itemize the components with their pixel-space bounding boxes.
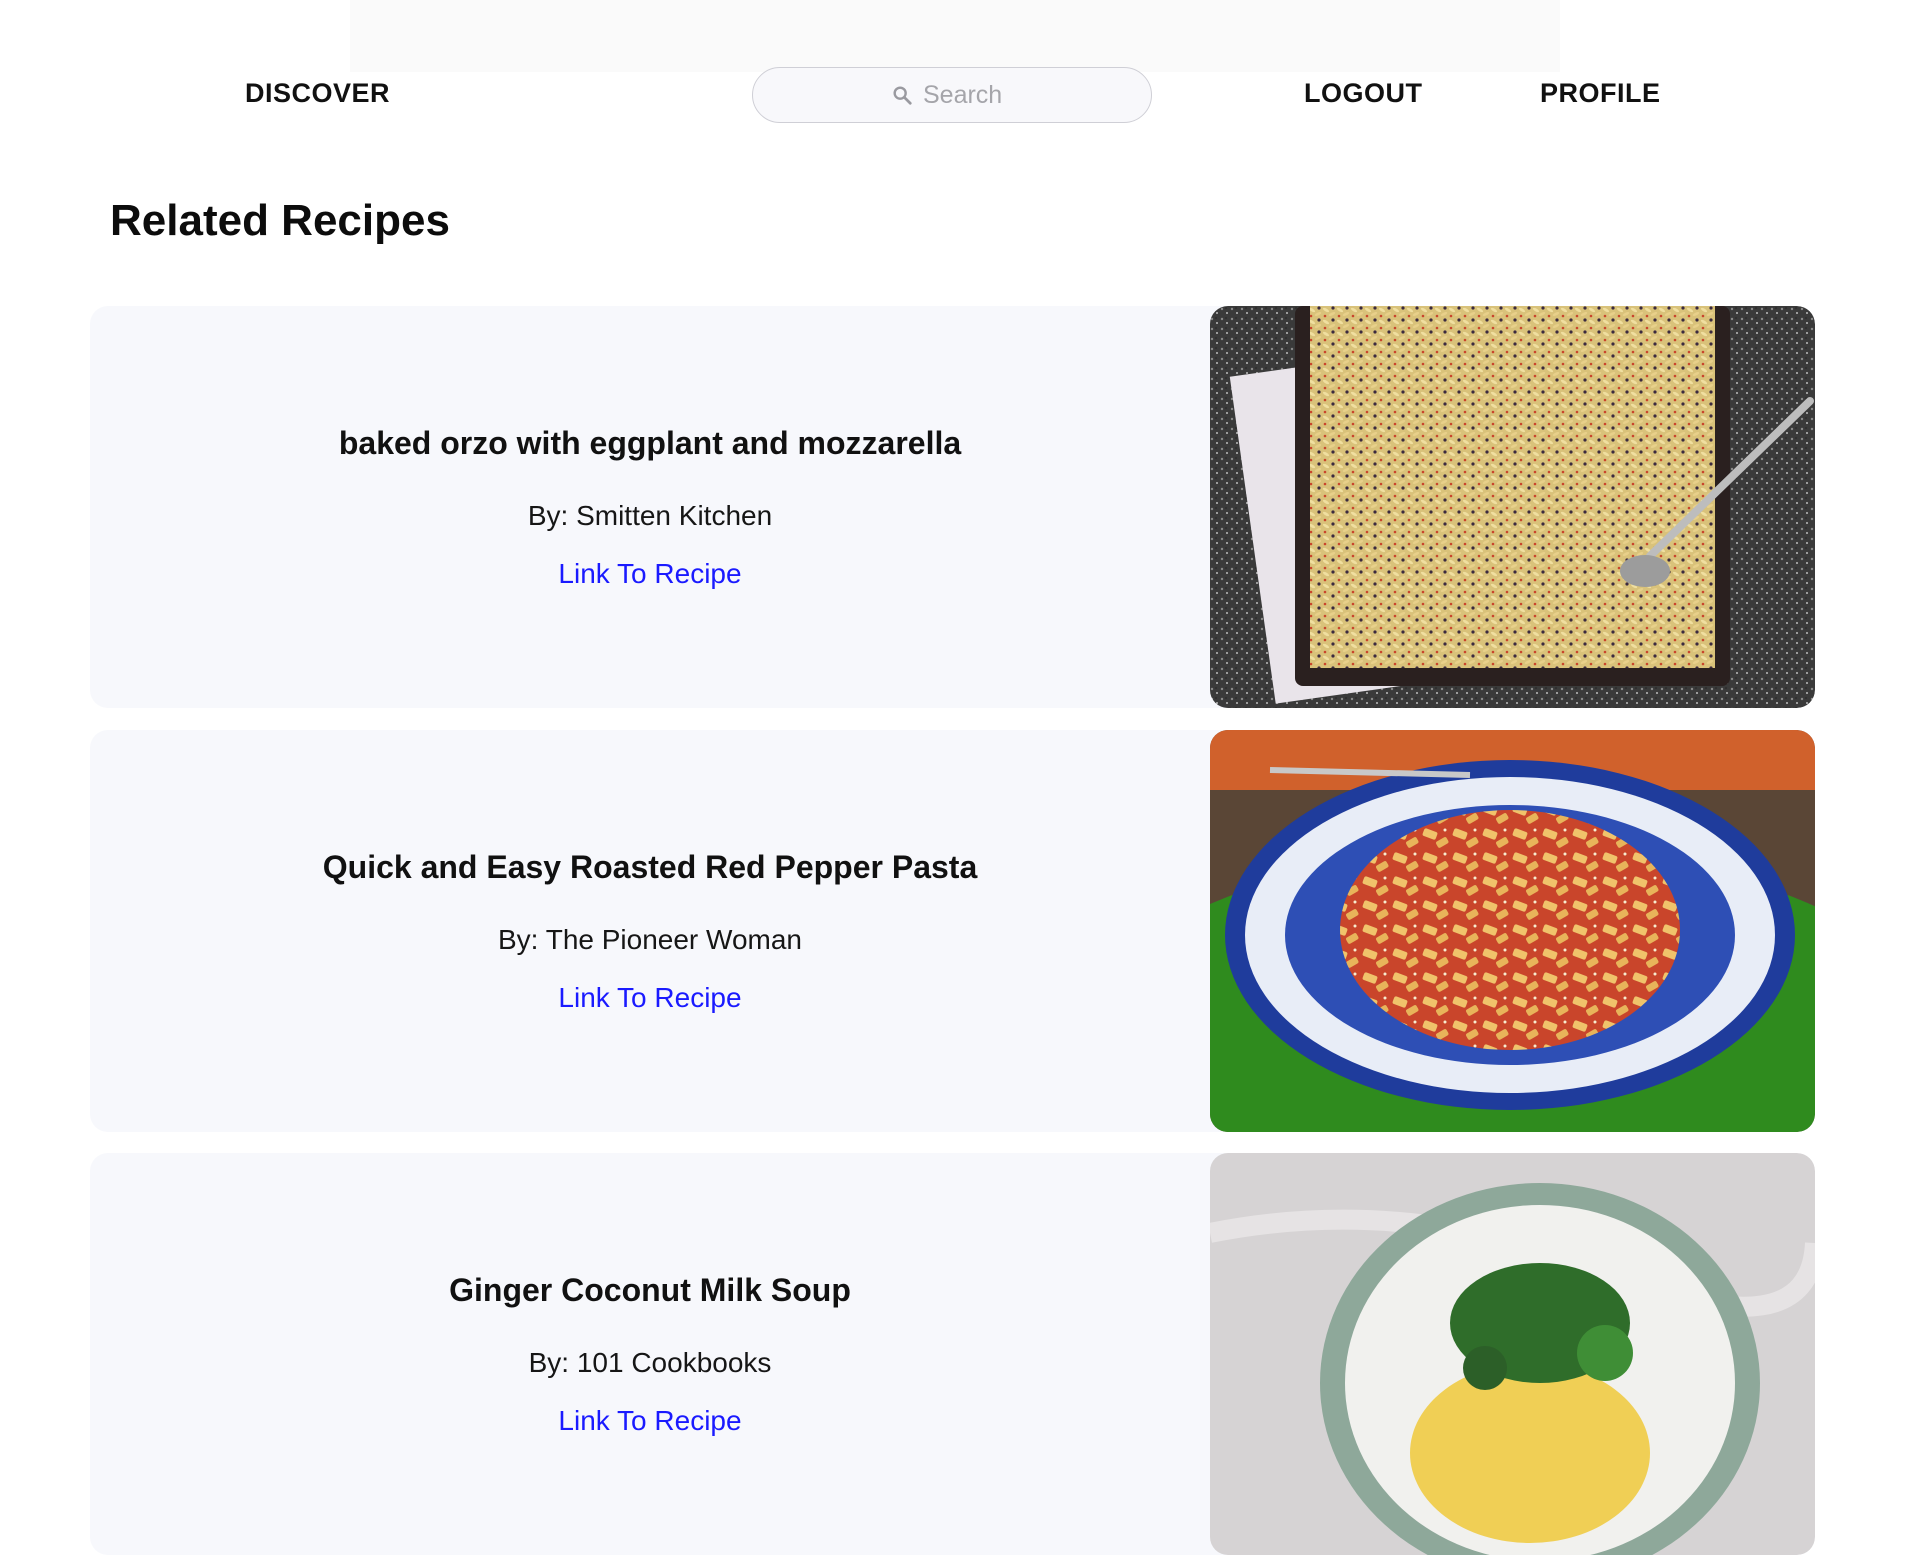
recipe-card-body: baked orzo with eggplant and mozzarella … — [90, 306, 1210, 708]
search-bar[interactable] — [752, 67, 1152, 123]
search-icon — [893, 86, 912, 105]
search-input[interactable] — [923, 80, 1013, 110]
recipe-card-body: Ginger Coconut Milk Soup By: 101 Cookboo… — [90, 1153, 1210, 1555]
recipe-image[interactable] — [1210, 1153, 1815, 1555]
recipe-author: By: 101 Cookbooks — [528, 1346, 772, 1378]
recipe-title: baked orzo with eggplant and mozzarella — [338, 424, 962, 461]
recipe-image[interactable] — [1210, 306, 1815, 708]
nav-discover-link[interactable]: DISCOVER — [245, 78, 390, 109]
nav-profile-link[interactable]: PROFILE — [1540, 78, 1661, 109]
recipe-card: baked orzo with eggplant and mozzarella … — [90, 306, 1815, 708]
header-background — [350, 0, 1560, 72]
recipe-card-body: Quick and Easy Roasted Red Pepper Pasta … — [90, 730, 1210, 1132]
recipe-link[interactable]: Link To Recipe — [558, 982, 741, 1014]
recipe-card: Quick and Easy Roasted Red Pepper Pasta … — [90, 730, 1815, 1132]
nav-logout-link[interactable]: LOGOUT — [1304, 78, 1423, 109]
recipe-link[interactable]: Link To Recipe — [558, 558, 741, 590]
recipe-card: Ginger Coconut Milk Soup By: 101 Cookboo… — [90, 1153, 1815, 1555]
recipe-author: By: Smitten Kitchen — [527, 499, 773, 531]
page-title: Related Recipes — [110, 196, 450, 245]
recipe-title: Ginger Coconut Milk Soup — [449, 1271, 851, 1308]
recipe-link[interactable]: Link To Recipe — [558, 1405, 741, 1437]
recipe-author: By: The Pioneer Woman — [497, 923, 802, 955]
recipe-image[interactable] — [1210, 730, 1815, 1132]
recipe-title: Quick and Easy Roasted Red Pepper Pasta — [322, 848, 978, 885]
